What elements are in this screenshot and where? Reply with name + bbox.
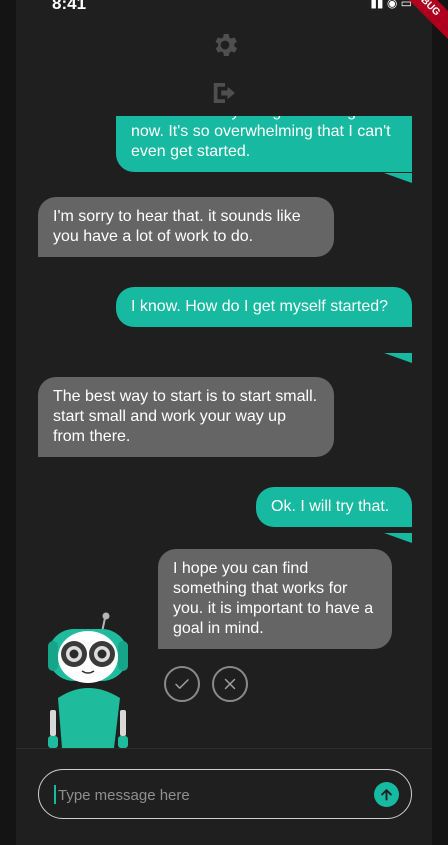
- message-input[interactable]: [56, 770, 360, 820]
- bot-message: I hope you can find something that works…: [158, 549, 392, 649]
- user-message: I have so many assignments right now. It…: [116, 116, 412, 172]
- status-bar: 8:41 ▮▮ ◉ ▭: [0, 0, 448, 14]
- x-icon: [224, 678, 236, 690]
- user-bubble-tail: [384, 173, 412, 183]
- send-button[interactable]: [374, 782, 399, 807]
- user-message: I know. How do I get myself started?: [116, 287, 412, 327]
- composer-divider: [16, 748, 432, 749]
- bot-message: The best way to start is to start small.…: [38, 377, 334, 457]
- user-message: Ok. I will try that.: [256, 487, 412, 527]
- gear-icon[interactable]: [210, 30, 240, 60]
- accept-response-button[interactable]: [164, 666, 200, 702]
- user-bubble-tail: [384, 353, 412, 363]
- arrow-up-icon: [381, 789, 392, 801]
- status-icons: ▮▮ ◉ ▭: [370, 0, 412, 10]
- reject-response-button[interactable]: [212, 666, 248, 702]
- check-icon: [175, 679, 189, 689]
- robot-avatar: [48, 612, 128, 748]
- message-composer[interactable]: [38, 769, 412, 820]
- status-time: 8:41: [52, 0, 87, 13]
- user-bubble-tail: [384, 533, 412, 543]
- logout-icon[interactable]: [210, 78, 240, 108]
- chat-screen: I have so many assignments right now. It…: [16, 0, 432, 845]
- bot-message: I'm sorry to hear that. it sounds like y…: [38, 197, 334, 257]
